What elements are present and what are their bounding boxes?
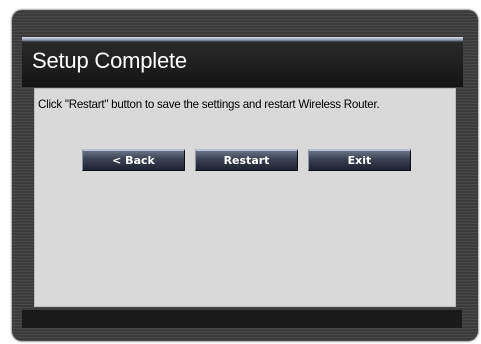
restart-button[interactable]: Restart: [195, 149, 298, 171]
page-title: Setup Complete: [32, 48, 187, 73]
title-bar: Setup Complete: [22, 37, 463, 87]
exit-button[interactable]: Exit: [308, 149, 411, 171]
instruction-text: Click "Restart" button to save the setti…: [38, 98, 380, 111]
back-button[interactable]: < Back: [82, 149, 185, 171]
frame-footer-bar: [22, 310, 462, 328]
content-panel: Click "Restart" button to save the setti…: [34, 88, 456, 307]
